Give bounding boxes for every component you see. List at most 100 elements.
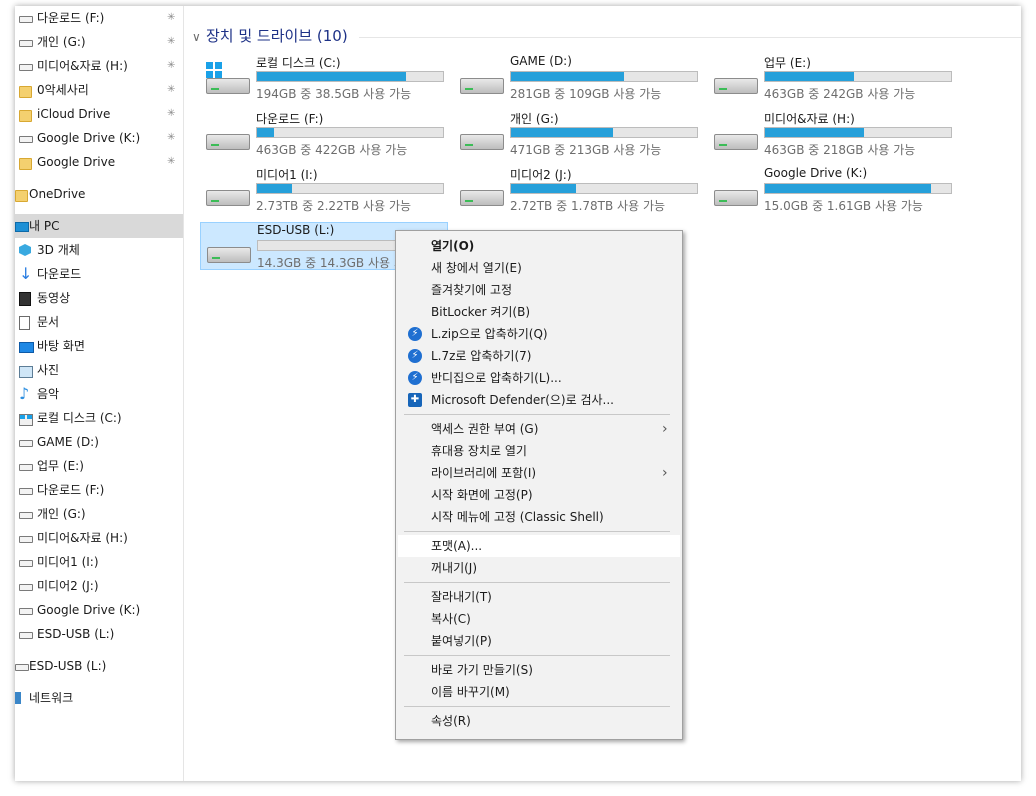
document-icon — [19, 316, 30, 330]
nav-item[interactable]: 내 PC — [15, 214, 183, 238]
context-menu-item[interactable]: 바로 가기 만들기(S) — [398, 659, 680, 681]
drive-tile[interactable]: 미디어&자료 (H:) 463GB 중 218GB 사용 가능 — [708, 110, 956, 158]
os-drive-icon — [19, 414, 33, 426]
context-menu-item[interactable]: 새 창에서 열기(E) — [398, 257, 680, 279]
nav-item[interactable]: 동영상 — [15, 286, 183, 310]
drive-tile[interactable]: 미디어1 (I:) 2.73TB 중 2.22TB 사용 가능 — [200, 166, 448, 214]
nav-item[interactable]: ♪ 음악 — [15, 382, 183, 406]
nav-item[interactable]: ESD-USB (L:) — [15, 622, 183, 646]
nav-item[interactable]: 0악세사리 ✳ — [15, 78, 183, 102]
drive-tile[interactable]: 다운로드 (F:) 463GB 중 422GB 사용 가능 — [200, 110, 448, 158]
drive-tile[interactable]: 업무 (E:) 463GB 중 242GB 사용 가능 — [708, 54, 956, 102]
nav-item[interactable]: 3D 개체 — [15, 238, 183, 262]
drive-usage-bar — [256, 127, 444, 138]
drive-tile[interactable]: 개인 (G:) 471GB 중 213GB 사용 가능 — [454, 110, 702, 158]
nav-item[interactable]: Google Drive ✳ — [15, 150, 183, 174]
nav-item[interactable]: OneDrive — [15, 182, 183, 206]
drive-usage-fill — [257, 184, 293, 193]
nav-item-label: ESD-USB (L:) — [29, 659, 107, 673]
menu-separator — [404, 706, 670, 707]
nav-item[interactable]: 네트워크 — [15, 686, 183, 710]
devices-group-header[interactable]: ∨ 장치 및 드라이브 (10) — [192, 26, 348, 46]
nav-item[interactable]: 문서 — [15, 310, 183, 334]
context-menu-label: 휴대용 장치로 열기 — [431, 444, 527, 458]
drive-tile[interactable]: 로컬 디스크 (C:) 194GB 중 38.5GB 사용 가능 — [200, 54, 448, 102]
nav-item-label: 네트워크 — [29, 691, 74, 705]
drive-free-space: 2.72TB 중 1.78TB 사용 가능 — [510, 199, 666, 213]
nav-item[interactable]: ↓ 다운로드 — [15, 262, 183, 286]
drive-icon — [19, 584, 33, 591]
nav-item[interactable]: 미디어&자료 (H:) — [15, 526, 183, 550]
context-menu-item[interactable]: 열기(O) — [398, 235, 680, 257]
drive-name: 미디어&자료 (H:) — [764, 112, 855, 126]
nav-item-label: ESD-USB (L:) — [37, 627, 115, 641]
navigation-pane[interactable]: 다운로드 (F:) ✳ 개인 (G:) ✳ 미디어&자료 (H:) ✳ 0악세사리 ✳ iClo… — [15, 6, 184, 781]
context-menu-item[interactable]: 휴대용 장치로 열기 — [398, 440, 680, 462]
nav-item[interactable]: iCloud Drive ✳ — [15, 102, 183, 126]
nav-item[interactable]: 사진 — [15, 358, 183, 382]
nav-item[interactable]: 다운로드 (F:) — [15, 478, 183, 502]
video-icon — [19, 292, 31, 306]
chevron-down-icon[interactable]: ∨ — [192, 27, 206, 47]
nav-item[interactable]: 로컬 디스크 (C:) — [15, 406, 183, 430]
nav-item[interactable]: GAME (D:) — [15, 430, 183, 454]
drive-free-space: 463GB 중 218GB 사용 가능 — [764, 143, 916, 157]
context-menu-label: 반디집으로 압축하기(L)... — [431, 371, 562, 385]
context-menu-item[interactable]: 라이브러리에 포함(I) › — [398, 462, 680, 484]
context-menu-item[interactable]: 액세스 권한 부여 (G) › — [398, 418, 680, 440]
context-menu-label: Microsoft Defender(으)로 검사... — [431, 393, 614, 407]
nav-item[interactable]: 다운로드 (F:) ✳ — [15, 6, 183, 30]
drive-tile[interactable]: GAME (D:) 281GB 중 109GB 사용 가능 — [454, 54, 702, 102]
context-menu-label: 즐겨찾기에 고정 — [431, 283, 513, 297]
nav-item[interactable]: Google Drive (K:) — [15, 598, 183, 622]
nav-item[interactable]: 미디어1 (I:) — [15, 550, 183, 574]
context-menu-item[interactable]: 잘라내기(T) — [398, 586, 680, 608]
context-menu-item[interactable]: 속성(R) — [398, 710, 680, 732]
drive-usage-fill — [765, 72, 855, 81]
nav-item[interactable]: Google Drive (K:) ✳ — [15, 126, 183, 150]
drive-free-space: 463GB 중 242GB 사용 가능 — [764, 87, 916, 101]
context-menu-item[interactable]: 복사(C) — [398, 608, 680, 630]
nav-item-label: 다운로드 — [37, 267, 82, 281]
context-menu-label: 바로 가기 만들기(S) — [431, 663, 533, 677]
context-menu-item[interactable]: ⚡ L.zip으로 압축하기(Q) — [398, 323, 680, 345]
hard-drive-icon — [460, 134, 504, 150]
nav-item[interactable]: 개인 (G:) ✳ — [15, 30, 183, 54]
drive-usage-fill — [511, 184, 577, 193]
context-menu-item[interactable]: 이름 바꾸기(M) — [398, 681, 680, 703]
context-menu-item[interactable]: ⚡ L.7z로 압축하기(7) — [398, 345, 680, 367]
nav-item[interactable]: ESD-USB (L:) — [15, 654, 183, 678]
hard-drive-icon — [206, 190, 250, 206]
nav-item-label: 내 PC — [29, 219, 60, 233]
pin-icon: ✳ — [167, 156, 176, 167]
context-menu-label: 속성(R) — [431, 714, 471, 728]
context-menu-item[interactable]: ⚡ 반디집으로 압축하기(L)... — [398, 367, 680, 389]
context-menu-item[interactable]: 꺼내기(J) — [398, 557, 680, 579]
nav-item[interactable]: 미디어2 (J:) — [15, 574, 183, 598]
drive-tile[interactable]: 미디어2 (J:) 2.72TB 중 1.78TB 사용 가능 — [454, 166, 702, 214]
context-menu-item[interactable]: BitLocker 켜기(B) — [398, 301, 680, 323]
nav-item-label: 동영상 — [37, 291, 71, 305]
drive-tile[interactable]: Google Drive (K:) 15.0GB 중 1.61GB 사용 가능 — [708, 166, 956, 214]
context-menu-item[interactable]: 포맷(A)... — [398, 535, 680, 557]
nav-item[interactable]: 바탕 화면 — [15, 334, 183, 358]
context-menu-item[interactable]: ✚ Microsoft Defender(으)로 검사... — [398, 389, 680, 411]
pin-icon: ✳ — [167, 12, 176, 23]
drive-usage-bar — [510, 127, 698, 138]
drive-usage-fill — [511, 72, 625, 81]
nav-item[interactable]: 업무 (E:) — [15, 454, 183, 478]
nav-item[interactable]: 미디어&자료 (H:) ✳ — [15, 54, 183, 78]
context-menu-item[interactable]: 즐겨찾기에 고정 — [398, 279, 680, 301]
context-menu-item[interactable]: 시작 메뉴에 고정 (Classic Shell) — [398, 506, 680, 528]
drive-usage-bar — [764, 71, 952, 82]
menu-separator — [404, 414, 670, 415]
group-title: 장치 및 드라이브 (10) — [206, 27, 348, 45]
nav-item[interactable]: 개인 (G:) — [15, 502, 183, 526]
drive-usage-fill — [765, 128, 864, 137]
drive-free-space: 2.73TB 중 2.22TB 사용 가능 — [256, 199, 412, 213]
context-menu-item[interactable]: 붙여넣기(P) — [398, 630, 680, 652]
context-menu-item[interactable]: 시작 화면에 고정(P) — [398, 484, 680, 506]
nav-item-label: 사진 — [37, 363, 60, 377]
folder-icon — [15, 190, 28, 202]
submenu-chevron-icon: › — [662, 421, 668, 437]
